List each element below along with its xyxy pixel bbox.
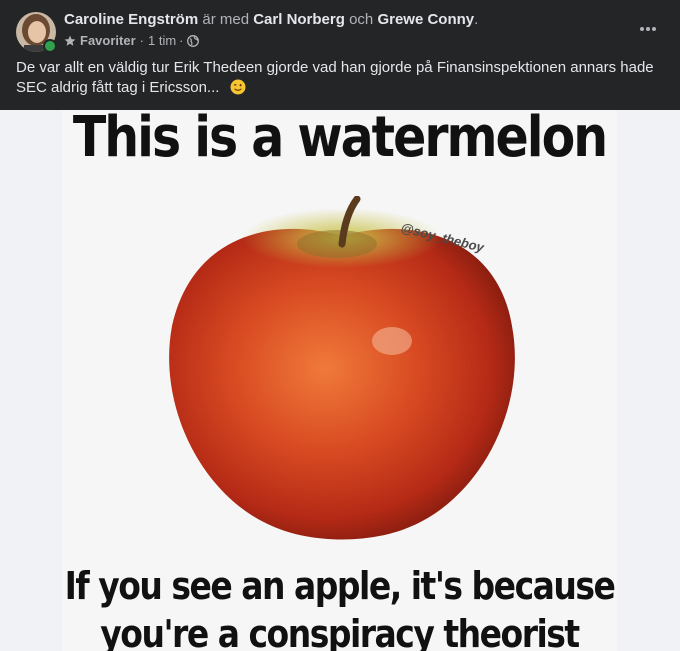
meme-top-caption: This is a watermelon: [72, 110, 608, 170]
post-author-line: Caroline Engström är med Carl Norberg oc…: [64, 11, 478, 29]
period-text: .: [474, 11, 479, 28]
and-text: och: [349, 11, 374, 28]
wink-emoji-icon: [230, 79, 246, 95]
globe-icon: [186, 35, 199, 47]
author-name-link[interactable]: Caroline Engström: [64, 11, 198, 28]
meta-separator: ·: [139, 33, 144, 48]
post-text: De var allt en väldig tur Erik Thedeen g…: [16, 59, 654, 96]
meme-bottom-line-1: If you see an apple, it's because: [64, 563, 616, 608]
online-status-dot: [43, 39, 57, 53]
meme-image[interactable]: This is a watermelon @soy_theboy If you …: [62, 110, 617, 651]
meme-bottom-line-2: you're a conspiracy theorist: [100, 611, 580, 651]
tagged-friend-link-2[interactable]: Grewe Conny: [377, 11, 474, 28]
with-text: är med: [202, 11, 250, 28]
star-icon: [64, 35, 76, 47]
avatar[interactable]: [16, 12, 57, 53]
post-meta: Favoriter · 1 tim ·: [64, 33, 199, 49]
post-body: De var allt en väldig tur Erik Thedeen g…: [16, 58, 666, 98]
more-options-icon: [639, 19, 657, 37]
post-header: Caroline Engström är med Carl Norberg oc…: [0, 0, 680, 110]
audience-label[interactable]: Favoriter: [80, 33, 136, 49]
more-options-button[interactable]: [634, 18, 662, 38]
post-timestamp[interactable]: 1 tim: [148, 33, 176, 49]
tagged-friend-link-1[interactable]: Carl Norberg: [253, 11, 345, 28]
post-photo-area: This is a watermelon @soy_theboy If you …: [0, 110, 680, 651]
meta-separator: ·: [179, 33, 184, 48]
meme-bottom-caption: If you see an apple, it's because you're…: [62, 562, 617, 651]
